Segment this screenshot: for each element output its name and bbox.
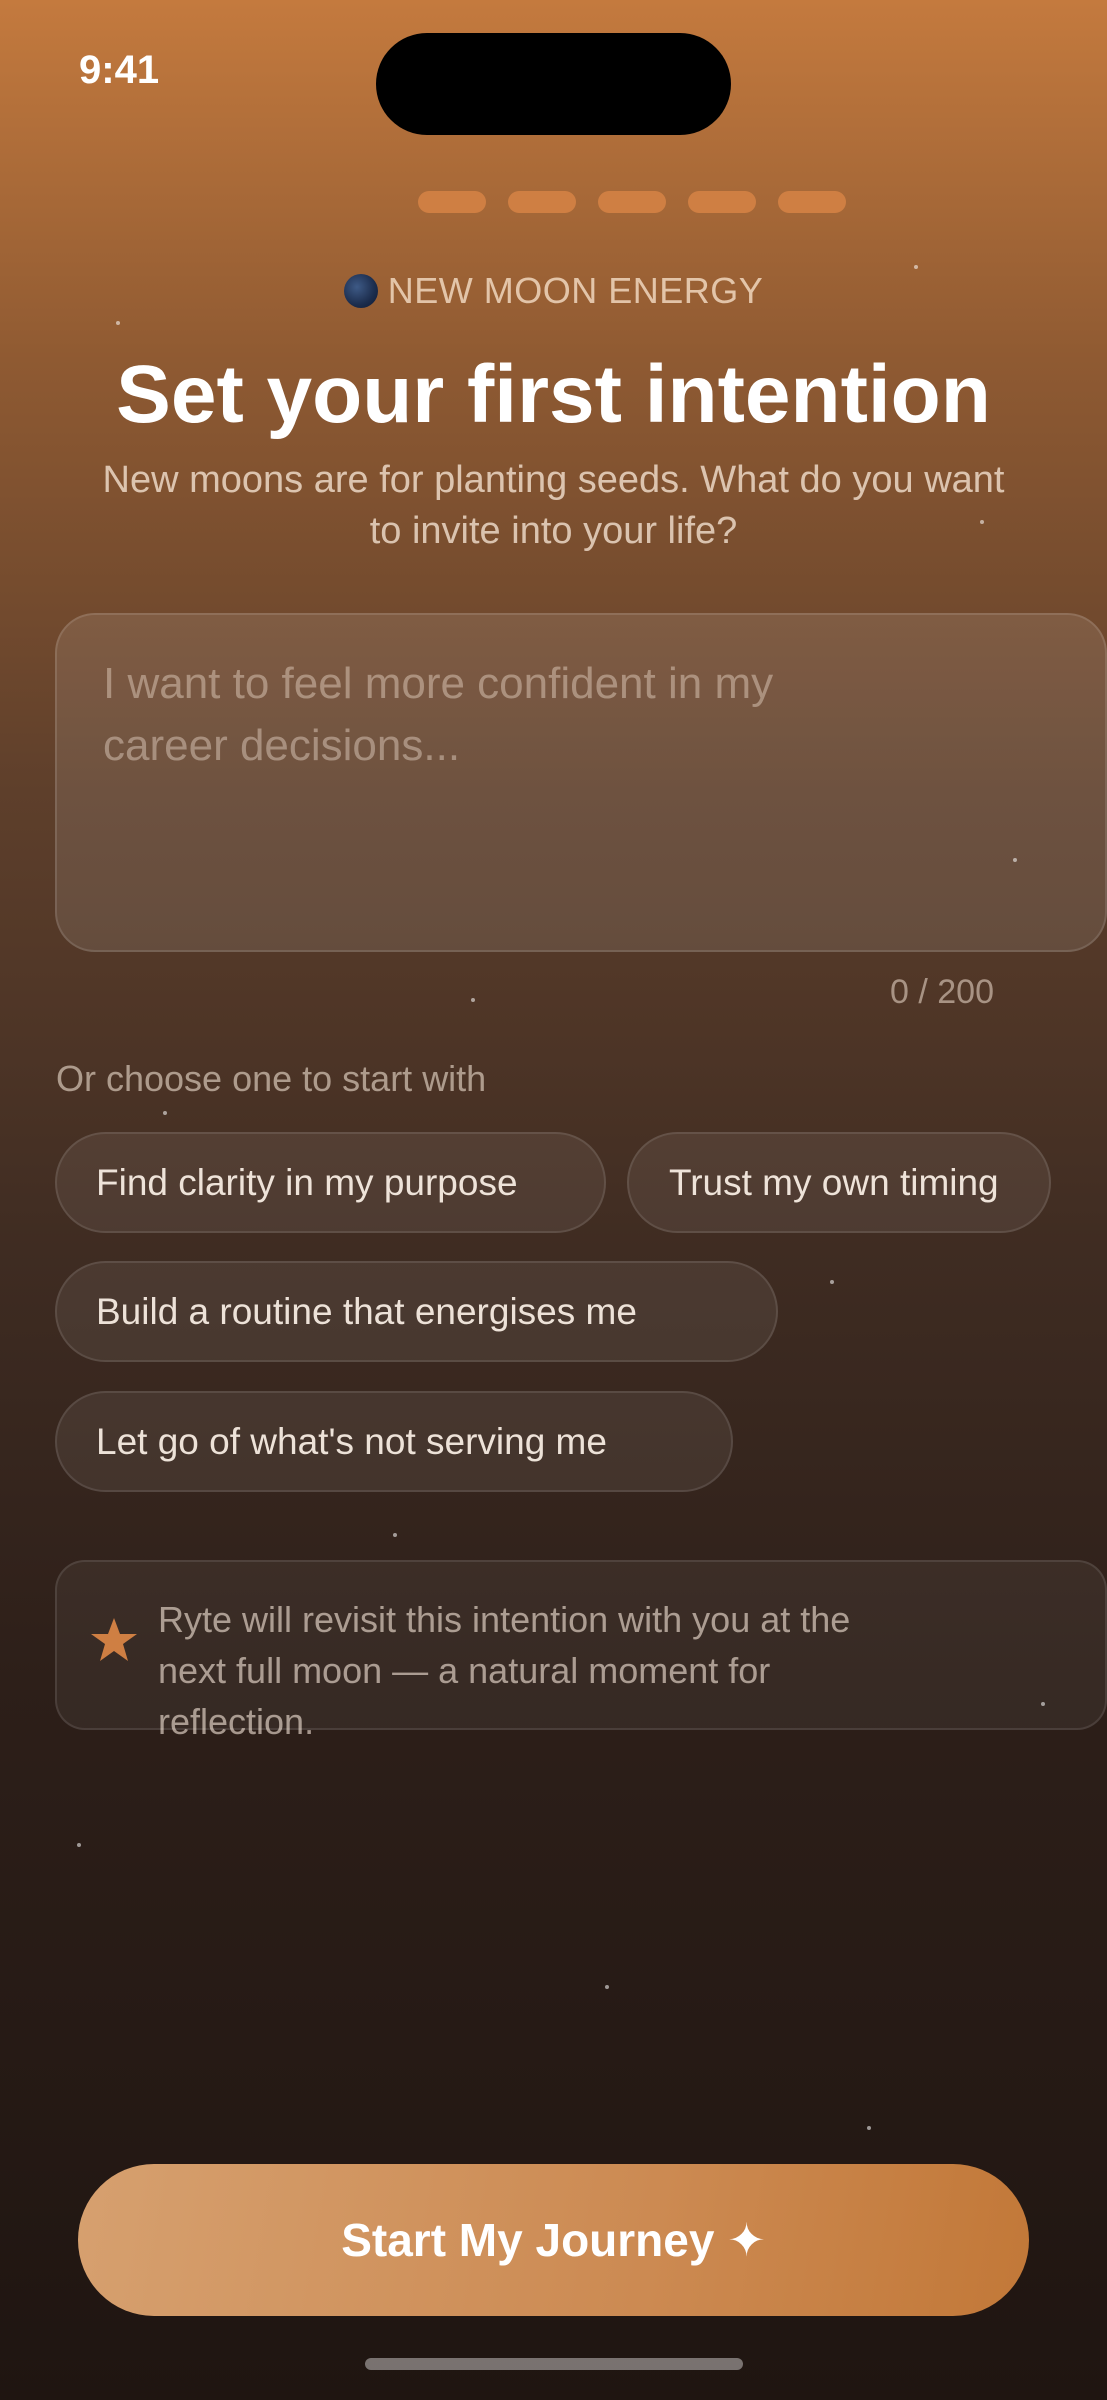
- progress-step: [778, 191, 846, 213]
- home-indicator: [365, 2358, 743, 2370]
- progress-step: [508, 191, 576, 213]
- sparkle: [914, 265, 918, 269]
- intention-input[interactable]: [101, 651, 825, 915]
- note-text: Ryte will revisit this intention with yo…: [158, 1599, 851, 1742]
- intention-input-box[interactable]: [55, 613, 1107, 952]
- start-journey-button[interactable]: Start My Journey ✦: [78, 2164, 1029, 2316]
- sparkle: [867, 2126, 871, 2130]
- suggestions-label: Or choose one to start with: [56, 1058, 487, 1099]
- suggestion-chip[interactable]: Find clarity in my purpose: [55, 1132, 606, 1233]
- reflection-note-card: Ryte will revisit this intention with yo…: [55, 1560, 1107, 1742]
- eyebrow-text: NEW MOON ENERGY: [387, 270, 764, 311]
- star-icon: [91, 1618, 137, 1661]
- dynamic-island: [376, 33, 731, 135]
- suggestion-chip[interactable]: Build a routine that energises me: [55, 1261, 778, 1362]
- sparkle: [163, 1111, 167, 1115]
- sparkle: [393, 1533, 397, 1537]
- page-title: Set your first intention: [116, 349, 991, 440]
- progress-step: [688, 191, 756, 213]
- eyebrow-label: NEW MOON ENERGY: [0, 270, 1107, 312]
- progress-step: [418, 191, 486, 213]
- sparkle: [471, 998, 475, 1002]
- page-subtitle: New moons are for planting seeds. What d…: [102, 459, 1005, 552]
- sparkle: [77, 1843, 81, 1847]
- status-bar-time: 9:41: [79, 48, 160, 92]
- suggestion-chip[interactable]: Let go of what's not serving me: [55, 1391, 733, 1492]
- sparkle: [116, 321, 120, 325]
- suggestion-chip[interactable]: Trust my own timing: [627, 1132, 1051, 1233]
- progress-step: [598, 191, 666, 213]
- sparkle: [830, 1280, 834, 1284]
- character-counter: 0 / 200: [890, 973, 994, 1011]
- new-moon-icon: [343, 274, 378, 308]
- progress-indicator: [418, 191, 846, 213]
- sparkle: [605, 1985, 609, 1989]
